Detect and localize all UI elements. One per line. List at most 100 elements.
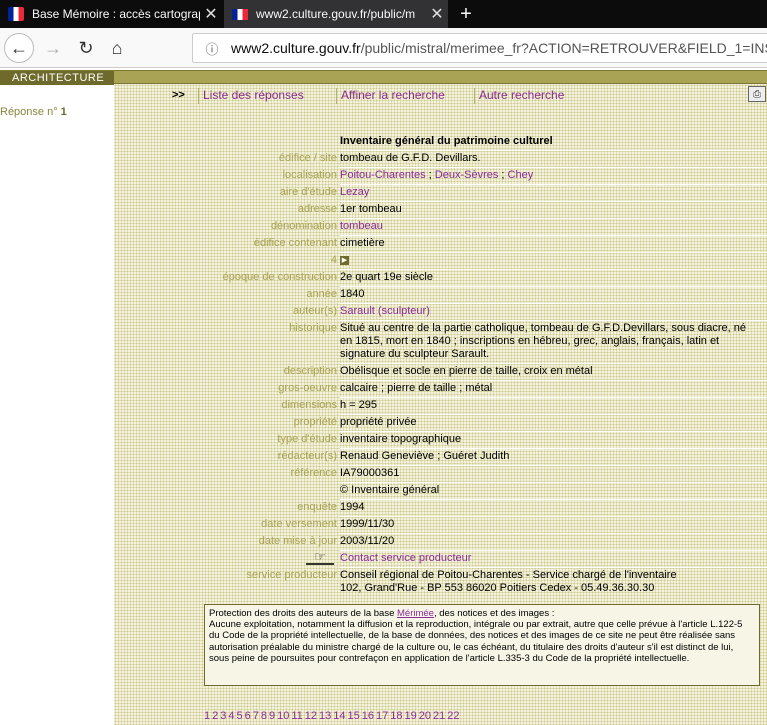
- field-label: localisation: [282, 169, 337, 181]
- page-link[interactable]: 8: [261, 710, 267, 722]
- field-label: date versement: [261, 518, 337, 530]
- field-text: 2e quart 19e siècle: [340, 271, 433, 283]
- field-link[interactable]: tombeau: [340, 220, 383, 232]
- field-text: Renaud Geneviève ; Guéret Judith: [340, 450, 510, 462]
- page-link[interactable]: 15: [348, 710, 360, 722]
- page-link[interactable]: 20: [419, 710, 431, 722]
- field-link[interactable]: Chey: [508, 169, 534, 181]
- row-separator: [340, 363, 767, 364]
- expand-arrow-icon[interactable]: ▶: [340, 255, 349, 265]
- field-value: calcaire ; pierre de taille ; métal: [340, 382, 760, 395]
- author-link[interactable]: Sarault (sculpteur): [340, 305, 430, 317]
- result-nav: >> Liste des réponses Affiner la recherc…: [0, 88, 767, 104]
- page-link[interactable]: 1: [204, 710, 210, 722]
- close-icon[interactable]: ✕: [426, 4, 448, 24]
- home-button[interactable]: ⌂: [102, 33, 132, 63]
- field-label: dénomination: [270, 220, 337, 232]
- field-value: tombeau de G.F.D. Devillars.: [340, 152, 760, 165]
- section-label: ARCHITECTURE: [0, 71, 114, 85]
- link-autre-recherche[interactable]: Autre recherche: [474, 88, 564, 104]
- nav-arrows: >>: [172, 89, 185, 101]
- field-text: IA79000361: [340, 467, 400, 479]
- close-icon[interactable]: ✕: [200, 4, 222, 24]
- field-label: référence: [290, 467, 337, 479]
- field-value: Conseil régional de Poitou-Charentes - S…: [340, 569, 760, 595]
- page-link[interactable]: 7: [253, 710, 259, 722]
- field-label: type d'étude: [277, 433, 337, 445]
- back-button[interactable]: ←: [4, 33, 34, 63]
- page-link[interactable]: 11: [291, 710, 302, 722]
- row-separator: [340, 235, 767, 236]
- row-separator: [340, 150, 767, 151]
- page-link[interactable]: 14: [333, 710, 345, 722]
- info-icon[interactable]: ⓘ: [201, 37, 223, 59]
- tab-current[interactable]: www2.culture.gouv.fr/public/m ✕: [224, 0, 448, 28]
- field-link[interactable]: Deux-Sèvres: [435, 169, 499, 181]
- field-text: propriété privée: [340, 416, 417, 428]
- field-label: adresse: [297, 203, 337, 215]
- header-strip: ARCHITECTURE: [0, 70, 767, 85]
- url-bar[interactable]: ⓘ www2.culture.gouv.fr/public/mistral/me…: [192, 33, 767, 63]
- flag-icon: [232, 8, 248, 20]
- field-value: Poitou-Charentes ; Deux-Sèvres ; Chey: [340, 169, 534, 181]
- page-link[interactable]: 4: [228, 710, 234, 722]
- link-liste-reponses[interactable]: Liste des réponses: [198, 88, 304, 104]
- field-label: époque de construction: [222, 271, 337, 283]
- field-text: 1840: [340, 288, 365, 300]
- page-link[interactable]: 22: [447, 710, 459, 722]
- field-value: © Inventaire général: [340, 484, 760, 497]
- page-link[interactable]: 21: [433, 710, 445, 722]
- row-separator: [340, 550, 767, 551]
- field-text: 2003/11/20: [340, 535, 395, 547]
- field-value: Lezay: [340, 186, 760, 199]
- new-tab-button[interactable]: +: [454, 0, 478, 28]
- page-link[interactable]: 12: [305, 710, 317, 722]
- row-separator: [340, 482, 767, 483]
- page-link[interactable]: 13: [319, 710, 331, 722]
- print-icon[interactable]: ⎙: [748, 86, 766, 102]
- page-link[interactable]: 10: [277, 710, 289, 722]
- page-link[interactable]: 2: [212, 710, 218, 722]
- field-link[interactable]: Poitou-Charentes: [340, 169, 426, 181]
- url-path: /public/mistral/merimee_fr?ACTION=RETROU…: [360, 40, 767, 56]
- field-text: calcaire ; pierre de taille ; métal: [340, 382, 493, 394]
- field-value: Contact service producteur: [340, 552, 760, 565]
- field-value: 1994: [340, 501, 760, 514]
- field-value: cimetière: [340, 237, 760, 250]
- reload-button[interactable]: ↻: [71, 33, 101, 63]
- page-link[interactable]: 3: [220, 710, 226, 722]
- field-value: 1840: [340, 288, 760, 301]
- record-title: Inventaire général du patrimoine culture…: [340, 135, 553, 147]
- field-label: édifice contenant: [253, 237, 337, 249]
- field-label: description: [283, 365, 337, 377]
- field-value: tombeau: [340, 220, 760, 233]
- page-link[interactable]: 16: [362, 710, 374, 722]
- page-link[interactable]: 18: [390, 710, 402, 722]
- row-separator: [340, 567, 767, 568]
- page-link[interactable]: 9: [269, 710, 275, 722]
- page-link[interactable]: 6: [245, 710, 251, 722]
- field-text: Obélisque et socle en pierre de taille, …: [340, 365, 593, 377]
- field-text-2: 102, Grand'Rue - BP 553 86020 Poitiers C…: [340, 582, 655, 594]
- field-value: 2e quart 19e siècle: [340, 271, 760, 284]
- forward-button[interactable]: →: [38, 33, 68, 63]
- contact-producer-link[interactable]: Contact service producteur: [340, 552, 471, 564]
- field-text: inventaire topographique: [340, 433, 462, 445]
- row-separator: [340, 286, 767, 287]
- field-text: 1999/11/30: [340, 518, 395, 530]
- field-value: Situé au centre de la partie catholique,…: [340, 322, 760, 361]
- merimee-link[interactable]: Mérimée: [397, 608, 434, 619]
- field-value: Sarault (sculpteur): [340, 305, 760, 318]
- page-link[interactable]: 17: [376, 710, 388, 722]
- field-text: tombeau de G.F.D. Devillars.: [340, 152, 481, 164]
- field-link[interactable]: Lezay: [340, 186, 369, 198]
- row-separator: [340, 269, 767, 270]
- field-text: h = 295: [340, 399, 378, 411]
- page-link[interactable]: 5: [237, 710, 243, 722]
- link-affiner-recherche[interactable]: Affiner la recherche: [336, 88, 445, 104]
- tab-base-memoire[interactable]: Base Mémoire : accès cartograp ✕: [0, 0, 222, 28]
- page-link[interactable]: 19: [405, 710, 417, 722]
- field-text: Situé au centre de la partie catholique,…: [340, 322, 747, 360]
- field-value: 1999/11/30: [340, 518, 760, 531]
- navigation-toolbar: ← → ↻ ⌂ ⓘ www2.culture.gouv.fr/public/mi…: [0, 28, 767, 68]
